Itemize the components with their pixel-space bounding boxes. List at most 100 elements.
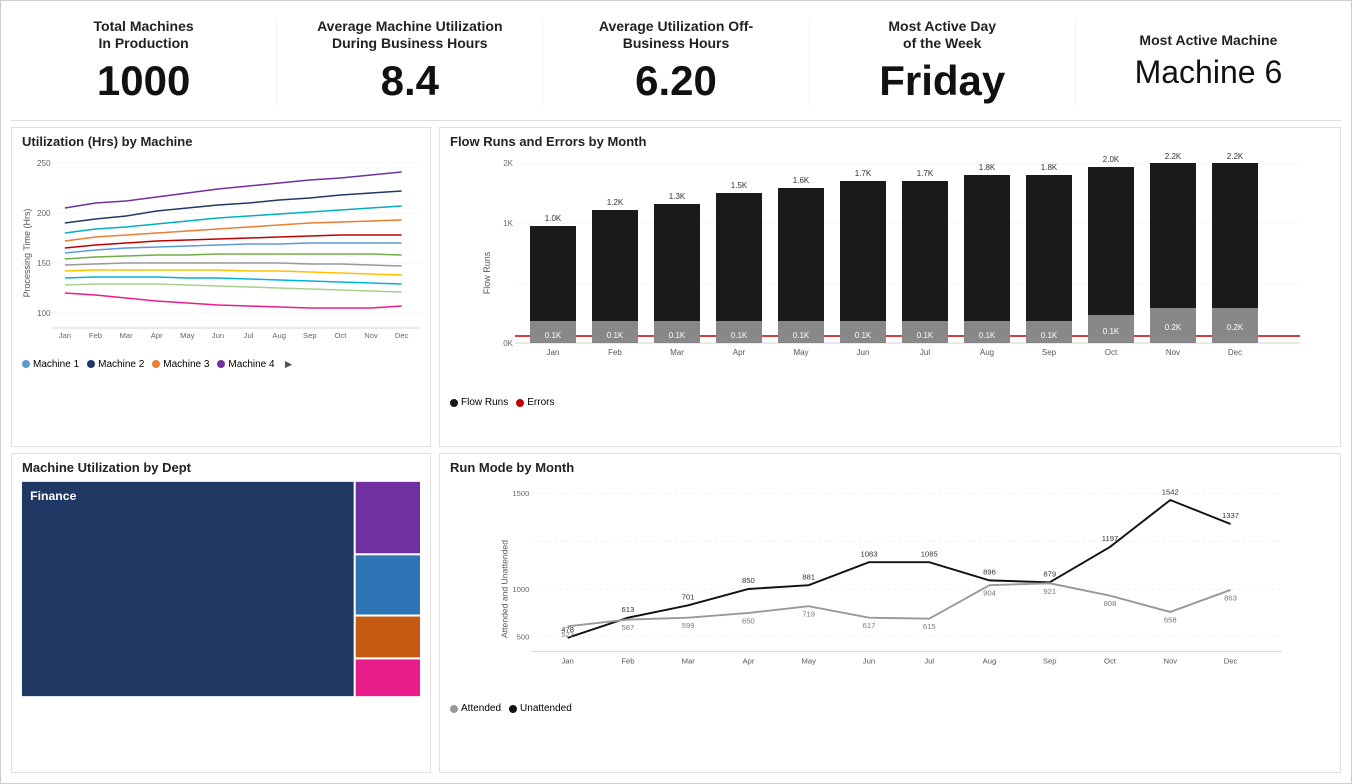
svg-text:Nov: Nov [364,331,378,340]
svg-text:0.1K: 0.1K [979,331,996,340]
svg-text:0.1K: 0.1K [545,331,562,340]
unattended-label: Unattended [520,703,572,714]
svg-text:Nov: Nov [1166,348,1180,357]
svg-text:904: 904 [983,589,996,598]
svg-text:Finance: Finance [30,489,76,503]
svg-text:599: 599 [682,621,695,630]
machine1-label: Machine 1 [33,359,79,370]
svg-text:Sep: Sep [1043,657,1057,666]
svg-text:1K: 1K [503,219,513,228]
svg-text:Jan: Jan [547,348,560,357]
svg-text:Oct: Oct [1104,657,1117,666]
svg-text:Jul: Jul [244,331,254,340]
charts-row: Utilization (Hrs) by Machine Processing … [11,127,1341,773]
svg-text:615: 615 [923,622,936,631]
svg-text:Feb: Feb [89,331,102,340]
machine3-dot [152,360,160,368]
legend-machine4: Machine 4 [217,359,274,370]
treemap-dept5[interactable] [356,659,420,696]
svg-text:Mar: Mar [682,657,696,666]
svg-text:2.0K: 2.0K [1103,155,1120,164]
svg-text:0.1K: 0.1K [1103,327,1120,336]
svg-text:0.1K: 0.1K [669,331,686,340]
legend-more-arrow[interactable]: ► [283,357,295,371]
legend-machine1: Machine 1 [22,359,79,370]
kpi-avg-utilization-offbiz-value: 6.20 [553,57,798,105]
chart-left-column: Utilization (Hrs) by Machine Processing … [11,127,431,773]
svg-text:May: May [793,348,808,357]
run-mode-chart-box: Run Mode by Month Attended and Unattende… [439,453,1341,773]
flow-runs-svg: Flow Runs 2K 1K 0K [450,153,1330,393]
treemap-chart-title: Machine Utilization by Dept [22,460,420,475]
treemap-dept3[interactable] [356,555,420,614]
svg-text:1.8K: 1.8K [979,163,996,172]
attended-dot [450,705,458,713]
svg-text:863: 863 [1224,593,1237,602]
errors-label: Errors [527,397,554,408]
svg-text:0.2K: 0.2K [1165,323,1182,332]
svg-text:1542: 1542 [1162,487,1179,496]
svg-text:Processing Time (Hrs): Processing Time (Hrs) [22,209,32,298]
kpi-row: Total MachinesIn Production 1000 Average… [11,11,1341,121]
svg-text:Jun: Jun [863,657,875,666]
treemap-finance[interactable] [22,482,354,696]
machine2-label: Machine 2 [98,359,144,370]
kpi-most-active-machine-label: Most Active Machine [1086,32,1331,49]
utilization-line-chart: Processing Time (Hrs) 250 200 150 100 [22,153,420,353]
flow-runs-chart-title: Flow Runs and Errors by Month [450,134,1330,149]
svg-text:Apr: Apr [151,331,163,340]
kpi-avg-utilization-offbiz-label: Average Utilization Off-Business Hours [553,18,798,52]
legend-flow-runs: Flow Runs [450,397,508,408]
svg-text:0.1K: 0.1K [855,331,872,340]
kpi-most-active-day-value: Friday [820,57,1065,105]
svg-text:522: 522 [561,630,574,639]
svg-text:Mar: Mar [120,331,134,340]
svg-text:150: 150 [37,259,51,268]
svg-text:850: 850 [742,576,755,585]
dashboard: Total MachinesIn Production 1000 Average… [0,0,1352,784]
treemap-dept4[interactable] [356,617,420,658]
svg-text:1085: 1085 [921,549,938,558]
legend-unattended: Unattended [509,703,572,714]
kpi-most-active-machine: Most Active Machine Machine 6 [1076,32,1341,92]
svg-text:1337: 1337 [1222,511,1239,520]
svg-text:Jun: Jun [212,331,224,340]
svg-text:Mar: Mar [670,348,684,357]
kpi-most-active-machine-value: Machine 6 [1086,54,1331,91]
machine2-dot [87,360,95,368]
utilization-chart-box: Utilization (Hrs) by Machine Processing … [11,127,431,447]
svg-text:Aug: Aug [983,657,997,666]
legend-errors: Errors [516,397,554,408]
run-mode-line-chart: Attended and Unattended 1500 1000 500 [450,479,1330,699]
svg-text:Feb: Feb [621,657,634,666]
kpi-avg-utilization-biz: Average Machine UtilizationDuring Busine… [277,18,543,106]
kpi-total-machines: Total MachinesIn Production 1000 [11,18,277,106]
utilization-svg: Processing Time (Hrs) 250 200 150 100 [22,153,420,353]
errors-dot [516,399,524,407]
svg-text:Aug: Aug [980,348,994,357]
svg-text:500: 500 [517,633,530,642]
flow-runs-label: Flow Runs [461,397,508,408]
svg-text:0.1K: 0.1K [917,331,934,340]
svg-text:808: 808 [1104,599,1117,608]
svg-text:Oct: Oct [334,331,347,340]
treemap-svg: Finance [22,479,420,699]
flow-runs-legend: Flow Runs Errors [450,397,1330,408]
svg-text:1.6K: 1.6K [793,176,810,185]
machine3-label: Machine 3 [163,359,209,370]
treemap-dept2[interactable] [356,482,420,553]
svg-text:1500: 1500 [512,489,529,498]
svg-text:1.7K: 1.7K [855,169,872,178]
svg-text:Attended and Unattended: Attended and Unattended [499,540,509,638]
svg-text:Nov: Nov [1163,657,1177,666]
svg-text:1.5K: 1.5K [731,181,748,190]
utilization-legend: Machine 1 Machine 2 Machine 3 Machine 4 [22,357,420,371]
flow-runs-dot [450,399,458,407]
chart-right-column: Flow Runs and Errors by Month Flow Runs … [439,127,1341,773]
svg-text:Apr: Apr [742,657,754,666]
svg-text:1000: 1000 [512,585,529,594]
svg-text:Aug: Aug [272,331,286,340]
svg-text:881: 881 [802,572,815,581]
svg-text:719: 719 [802,610,815,619]
svg-text:May: May [801,657,816,666]
